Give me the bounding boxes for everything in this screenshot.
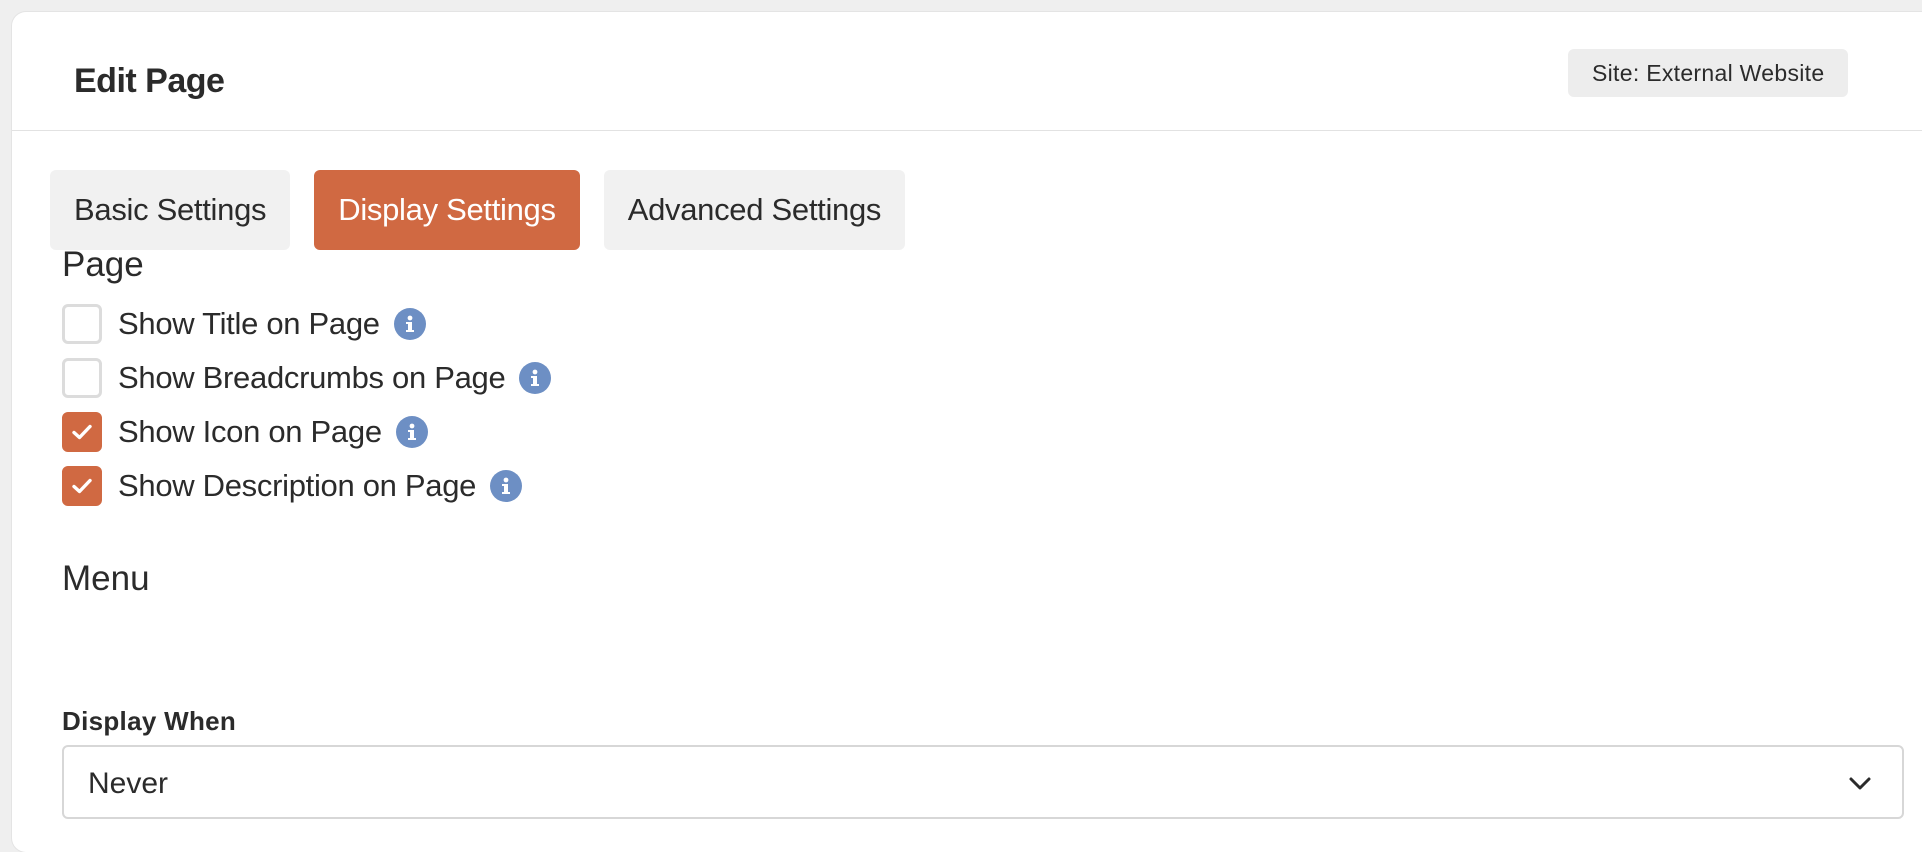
option-show-icon: Show Icon on Page: [62, 412, 428, 452]
panel-header: Edit Page Site: External Website: [12, 12, 1922, 131]
show-icon-checkbox[interactable]: [62, 412, 102, 452]
tab-display-settings[interactable]: Display Settings: [314, 170, 580, 250]
option-show-title: Show Title on Page: [62, 304, 426, 344]
option-show-breadcrumbs: Show Breadcrumbs on Page: [62, 358, 552, 398]
display-when-label: Display When: [62, 706, 237, 736]
show-description-checkbox[interactable]: [62, 466, 102, 506]
site-badge: Site: External Website: [1568, 49, 1849, 97]
show-breadcrumbs-label: Show Breadcrumbs on Page: [118, 360, 506, 395]
page-section-heading: Page: [62, 245, 144, 284]
checkmark-icon: [72, 424, 92, 440]
show-title-label: Show Title on Page: [118, 306, 380, 341]
tab-advanced-settings[interactable]: Advanced Settings: [603, 170, 906, 250]
option-show-description: Show Description on Page: [62, 466, 523, 506]
info-icon[interactable]: [395, 416, 428, 448]
checkmark-icon: [72, 478, 92, 494]
show-icon-label: Show Icon on Page: [118, 414, 382, 449]
chevron-down-icon: [1849, 777, 1871, 790]
edit-page-panel: Edit Page Site: External Website Basic S…: [12, 12, 1922, 852]
info-icon[interactable]: [490, 470, 523, 502]
display-when-select[interactable]: Never: [62, 745, 1904, 819]
info-icon[interactable]: [393, 308, 426, 340]
show-title-checkbox[interactable]: [62, 304, 102, 344]
show-description-label: Show Description on Page: [118, 468, 477, 503]
show-breadcrumbs-checkbox[interactable]: [62, 358, 102, 398]
info-icon[interactable]: [519, 362, 552, 394]
tab-basic-settings[interactable]: Basic Settings: [50, 170, 291, 250]
page-title: Edit Page: [74, 62, 225, 100]
display-when-value: Never: [88, 767, 169, 800]
menu-section-heading: Menu: [62, 559, 150, 598]
settings-tabs: Basic Settings Display Settings Advanced…: [50, 170, 906, 250]
